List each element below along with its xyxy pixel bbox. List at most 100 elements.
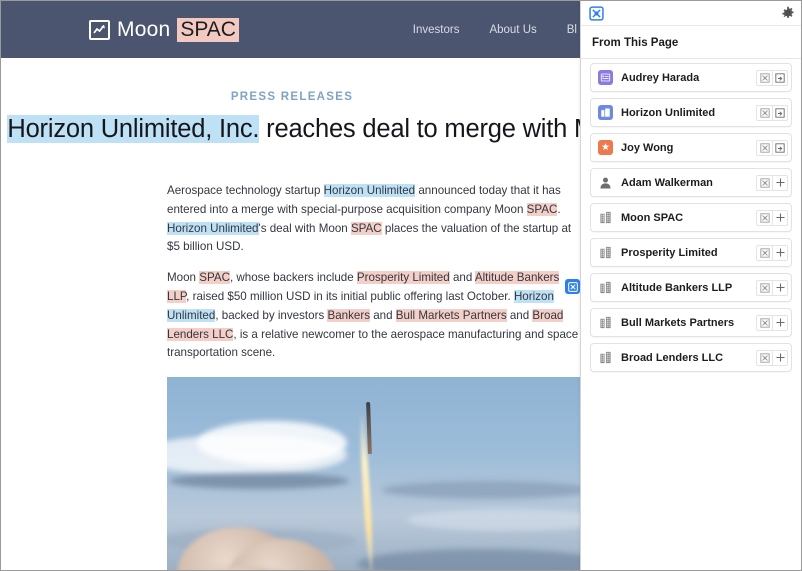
entity-name: Moon SPAC [621,211,684,224]
entity-actions [756,209,788,226]
entity-link-button[interactable] [756,314,772,331]
browser-window: Moon SPAC Investors About Us Bl PRESS RE… [0,0,802,571]
entity-actions [756,139,788,156]
add-entity-button[interactable] [772,209,788,226]
entity-list-item[interactable]: Horizon Unlimited [590,98,792,127]
entity-list-item[interactable]: Altitude Bankers LLP [590,273,792,302]
entity-actions [756,349,788,366]
entity-name: Bull Markets Partners [621,316,735,329]
entity-highlight-company: Bull Markets Partners [395,308,507,322]
rocket-launch-photo [167,377,583,570]
person-icon [598,175,613,190]
add-entity-button[interactable] [772,174,788,191]
entity-side-panel: From This Page Audrey Harada Horizon Unli… [580,1,801,570]
entity-list-item[interactable]: Joy Wong [590,133,792,162]
open-entity-button[interactable] [772,69,788,86]
building-icon [598,315,613,330]
text-run: , whose backers include [229,271,357,285]
entity-highlight-company: SPAC [526,202,558,216]
text-run: merge with special-purpose acquisition c… [241,202,527,216]
logo-word: Moon [117,17,171,41]
open-entity-button[interactable] [772,139,788,156]
add-entity-button[interactable] [772,244,788,261]
entity-list-item[interactable]: Audrey Harada [590,63,792,92]
entity-name: Altitude Bankers LLP [621,281,733,294]
article-paragraph-1: Aerospace technology startup Horizon Unl… [167,182,582,257]
text-run: , raised $50 million USD in its initial … [186,290,514,304]
text-run: . [557,202,561,216]
line-chart-icon [89,19,110,40]
article: PRESS RELEASES Horizon Unlimited, Inc. r… [1,91,583,570]
entity-link-button[interactable] [756,174,772,191]
text-run: and [370,308,396,322]
entity-actions [756,244,788,261]
entity-highlight-company: Prosperity Limited [356,271,450,285]
entity-highlight-company: SPAC [199,271,230,285]
panel-app-icon[interactable] [589,5,604,21]
entity-highlight-company: Bankers [327,308,370,322]
entity-link-button[interactable] [756,349,772,366]
entity-name: Prosperity Limited [621,246,718,259]
open-entity-button[interactable] [772,104,788,121]
panel-toolbar [581,1,801,26]
web-page: Moon SPAC Investors About Us Bl PRESS RE… [1,1,583,570]
entity-list-item[interactable]: Moon SPAC [590,203,792,232]
entity-list-item[interactable]: Broad Lenders LLC [590,343,792,372]
building-icon [598,280,613,295]
text-run: , backed by investors [215,308,328,322]
entity-list-item[interactable]: Prosperity Limited [590,238,792,267]
site-header: Moon SPAC Investors About Us Bl [1,1,583,58]
building-icon [598,350,613,365]
person-star-icon [598,140,613,155]
entity-link-button[interactable] [756,209,772,226]
entity-list-item[interactable]: Bull Markets Partners [590,308,792,337]
site-logo[interactable]: Moon SPAC [89,17,239,42]
nav-item-blog[interactable]: Bl [567,24,577,36]
panel-section-title: From This Page [581,26,801,59]
site-nav: Investors About Us Bl [413,1,583,58]
article-headline: Horizon Unlimited, Inc. reaches deal to … [1,113,583,146]
text-run: and [449,271,475,285]
add-entity-button[interactable] [772,279,788,296]
text-run: Aerospace technology startup [167,184,324,198]
entity-link-button[interactable] [756,69,772,86]
entity-name: Horizon Unlimited [621,106,716,119]
entity-actions [756,314,788,331]
entity-link-chip[interactable] [565,279,580,294]
entity-actions [756,174,788,191]
company-badge-icon [598,105,613,120]
article-body: Aerospace technology startup Horizon Unl… [167,182,582,363]
entity-link-button[interactable] [756,104,772,121]
entity-name: Adam Walkerman [621,176,713,189]
building-icon [598,245,613,260]
entity-link-button[interactable] [756,139,772,156]
entity-link-button[interactable] [756,279,772,296]
entity-list: Audrey Harada Horizon Unlimited Joy Wong Ad… [581,59,801,372]
article-kicker: PRESS RELEASES [230,91,354,103]
entity-name: Joy Wong [621,141,674,154]
text-run: 's deal with Moon [258,221,351,235]
entity-highlight-person: Horizon Unlimited, Inc. [7,115,260,143]
entity-highlight-person: Horizon Unlimited [323,184,416,198]
entity-name: Audrey Harada [621,71,700,84]
entity-actions [756,69,788,86]
text-run: reaches deal to merge with Moon [266,115,583,143]
article-paragraph-2: Moon SPAC, whose backers include Prosper… [167,269,582,363]
entity-actions [756,104,788,121]
logo-highlighted-mark: SPAC [177,17,239,42]
nav-item-about-us[interactable]: About Us [489,24,536,36]
entity-actions [756,279,788,296]
gear-icon[interactable] [781,6,795,20]
text-run: Moon [167,271,200,285]
building-icon [598,210,613,225]
add-entity-button[interactable] [772,314,788,331]
entity-list-item[interactable]: Adam Walkerman [590,168,792,197]
nav-item-investors[interactable]: Investors [413,24,460,36]
entity-link-icon [567,281,578,292]
text-run: and [506,308,533,322]
entity-highlight-company: SPAC [350,221,382,235]
entity-link-button[interactable] [756,244,772,261]
person-badge-icon [598,70,613,85]
entity-name: Broad Lenders LLC [621,351,724,364]
add-entity-button[interactable] [772,349,788,366]
